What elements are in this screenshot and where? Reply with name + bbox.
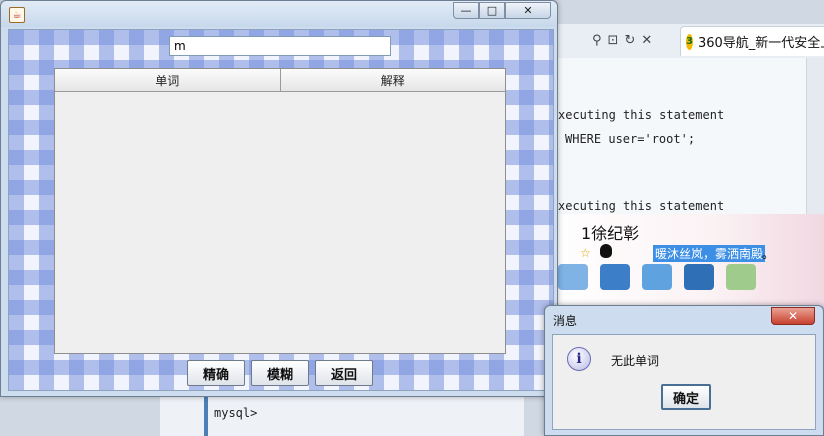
webcam-icon[interactable] [558, 264, 588, 290]
background-browser-toolbar: ⚲ ⊡ ↻ ✕ 3 360导航_新一代安全上 [540, 24, 824, 59]
message-dialog: 消息 ✕ i 无此单词 确定 [544, 305, 824, 436]
back-button[interactable]: 返回 [315, 360, 373, 386]
compat-icon[interactable]: ⊡ [608, 33, 619, 48]
console-scrollbar[interactable] [806, 58, 824, 218]
window-controls: — □ ✕ [453, 2, 551, 19]
penguin-icon [600, 244, 612, 258]
fuzzy-search-button[interactable]: 模糊 [251, 360, 309, 386]
dictionary-window: ☕ — □ ✕ 单词 解释 精确 模糊 返回 [0, 0, 558, 397]
minimize-button[interactable]: — [453, 2, 479, 19]
browser-tab[interactable]: 3 360导航_新一代安全上 [680, 26, 824, 56]
dialog-body: i 无此单词 确定 [552, 334, 816, 430]
button-row: 精确 模糊 返回 [187, 360, 373, 386]
close-button[interactable]: ✕ [505, 2, 551, 19]
screen-share-icon[interactable] [600, 264, 630, 290]
star-icon: ☆ [580, 246, 591, 260]
column-header-word[interactable]: 单词 [55, 69, 281, 91]
word-table[interactable]: 单词 解释 [54, 68, 506, 354]
remote-desktop-icon[interactable] [684, 264, 714, 290]
browser-tab-title: 360导航_新一代安全上 [697, 36, 824, 51]
search-icon[interactable]: ⚲ [592, 33, 602, 48]
background-console: xecuting this statement WHERE user='root… [540, 58, 824, 218]
window-content: 单词 解释 精确 模糊 返回 [8, 29, 554, 391]
console-line: WHERE user='root'; [565, 132, 696, 146]
info-icon: i [567, 347, 591, 371]
browser-nav-icons: ⚲ ⊡ ↻ ✕ [592, 30, 664, 50]
chat-signature-end: 。 [762, 247, 775, 261]
column-header-definition[interactable]: 解释 [281, 69, 506, 91]
dialog-close-button[interactable]: ✕ [771, 307, 815, 325]
window-titlebar[interactable]: ☕ — □ ✕ [1, 1, 557, 27]
stop-icon[interactable]: ✕ [641, 33, 652, 48]
app-add-icon[interactable] [726, 264, 756, 290]
chat-username: 1徐纪彰 [581, 224, 640, 243]
chat-toolbar [558, 264, 756, 290]
background-chat-window: 1徐纪彰 ☆ 暖沐丝岚，雾洒南殿 。 [548, 214, 824, 306]
terminal-prompt: mysql> [214, 406, 258, 420]
refresh-icon[interactable]: ↻ [624, 33, 635, 48]
search-input[interactable] [169, 36, 391, 56]
360-logo-icon: 3 [686, 33, 693, 50]
console-line: xecuting this statement [558, 108, 725, 122]
maximize-button[interactable]: □ [479, 2, 505, 19]
java-icon: ☕ [9, 7, 25, 23]
file-transfer-icon[interactable] [642, 264, 672, 290]
dialog-title: 消息 [553, 314, 578, 328]
console-line: xecuting this statement [558, 199, 725, 213]
chat-signature: 暖沐丝岚，雾洒南殿 [653, 245, 766, 262]
terminal-marker [204, 396, 208, 436]
exact-search-button[interactable]: 精确 [187, 360, 245, 386]
table-header: 单词 解释 [55, 69, 505, 92]
ok-button[interactable]: 确定 [661, 384, 711, 410]
dialog-message: 无此单词 [611, 354, 660, 368]
